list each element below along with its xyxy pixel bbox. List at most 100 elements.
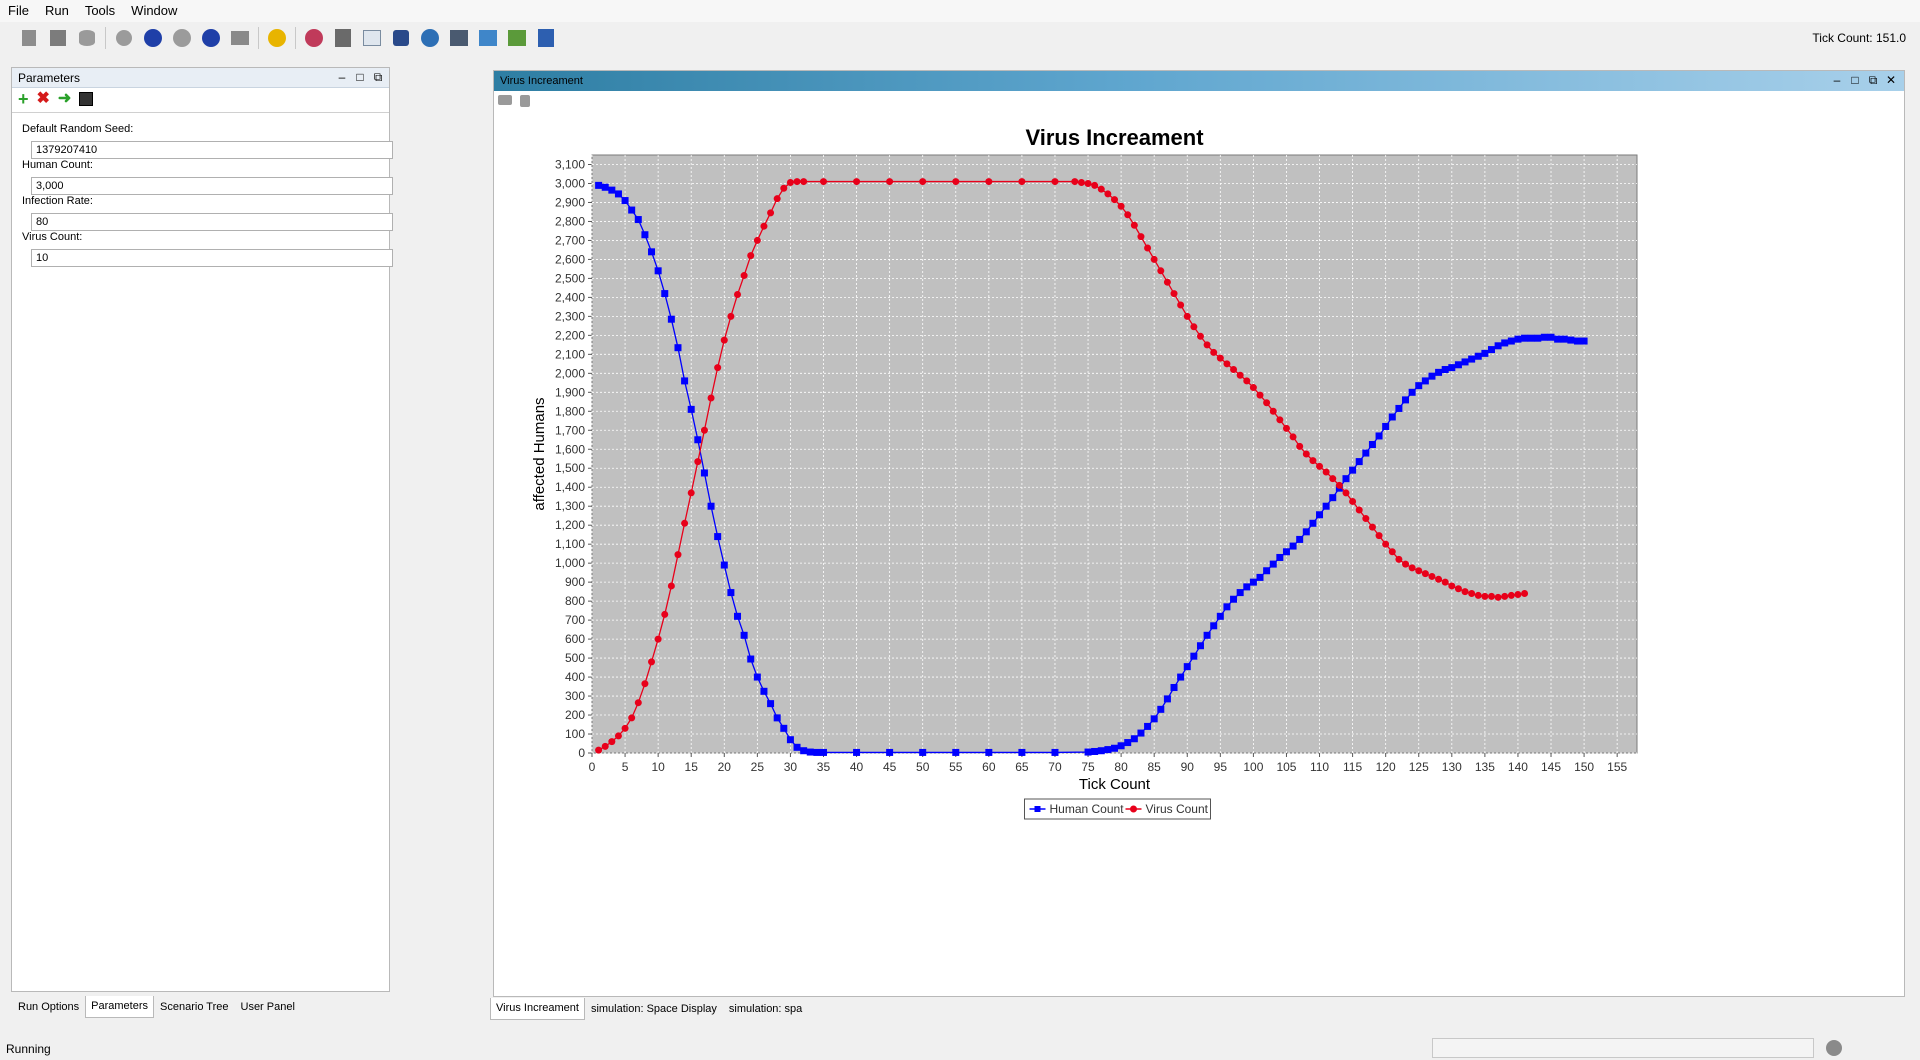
virus-count-point [1441, 578, 1449, 586]
maximize-icon[interactable]: □ [1846, 72, 1864, 88]
virus-count-point [1302, 450, 1310, 458]
x-tick-label: 95 [1214, 760, 1228, 774]
delete-icon[interactable]: ✖ [37, 90, 50, 108]
open-icon[interactable] [18, 27, 40, 49]
virus-count-point [1091, 181, 1099, 189]
human-count-point [1170, 684, 1178, 692]
open-icon-glyph [22, 30, 36, 46]
menu-run[interactable]: Run [37, 0, 77, 22]
camera-icon[interactable] [498, 95, 512, 105]
human-count-field[interactable]: 3,000 [31, 177, 393, 195]
chart-icon[interactable] [303, 27, 325, 49]
tab-user-panel[interactable]: User Panel [235, 996, 301, 1018]
export-icon[interactable] [332, 27, 354, 49]
minimize-icon[interactable]: – [1828, 72, 1846, 88]
tab-simulation-spa[interactable]: simulation: spa [723, 998, 808, 1020]
menu-file[interactable]: File [0, 0, 37, 22]
x-tick-label: 120 [1376, 760, 1396, 774]
virus-count-point [707, 394, 715, 402]
virus-count-point [740, 272, 748, 280]
virus-count-point [753, 236, 761, 244]
x-tick-label: 135 [1475, 760, 1495, 774]
virus-count-point [700, 426, 708, 434]
virus-count-point [641, 680, 649, 688]
menu-window[interactable]: Window [123, 0, 185, 22]
globe-icon-glyph [421, 29, 439, 47]
parameters-toolbar-divider [12, 112, 389, 113]
monitor-icon[interactable] [390, 27, 412, 49]
human-count-point [773, 714, 781, 722]
human-count-point [1329, 494, 1337, 502]
virus-count-point [1388, 548, 1396, 556]
virus-count-point [1269, 407, 1277, 415]
grid-icon[interactable] [361, 27, 383, 49]
movie-icon[interactable] [448, 27, 470, 49]
tab-space-display[interactable]: simulation: Space Display [585, 998, 723, 1020]
tab-scenario-tree[interactable]: Scenario Tree [154, 996, 234, 1018]
restore-icon[interactable]: ⧉ [369, 69, 387, 85]
database-icon[interactable] [76, 27, 98, 49]
y-tick-label: 1,200 [555, 518, 585, 532]
globe-icon[interactable] [419, 27, 441, 49]
human-count-point [641, 231, 649, 239]
random-seed-field[interactable]: 1379207410 [31, 141, 393, 159]
virus-count-field[interactable]: 10 [31, 249, 393, 267]
info-icon[interactable] [266, 27, 288, 49]
x-axis-label: Tick Count [1079, 776, 1151, 793]
reset-icon[interactable] [229, 27, 251, 49]
virus-count-point [648, 658, 656, 666]
zoom-icon[interactable] [477, 27, 499, 49]
play-icon[interactable] [171, 27, 193, 49]
human-count-point [1580, 337, 1588, 345]
human-count-point [1203, 631, 1211, 639]
human-count-point [1454, 361, 1462, 369]
human-count-point [1342, 475, 1350, 483]
virus-count-point [1170, 290, 1178, 298]
chart-panel-title-bar: Virus Increament – □ ⧉ ✕ [494, 71, 1904, 91]
pause-icon[interactable] [142, 27, 164, 49]
menu-bar: File Run Tools Window [0, 0, 1920, 22]
menu-tools[interactable]: Tools [77, 0, 123, 22]
virus-count-point [614, 732, 622, 740]
human-count-point [1111, 744, 1118, 752]
tab-parameters[interactable]: Parameters [85, 996, 155, 1018]
virus-count-point [773, 195, 781, 203]
tab-run-options[interactable]: Run Options [12, 996, 85, 1018]
infection-rate-field[interactable]: 80 [31, 213, 393, 231]
human-count-point [1183, 663, 1191, 671]
app-icon[interactable] [535, 27, 557, 49]
parameters-window-controls: – □ ⧉ [333, 69, 387, 85]
stop-icon[interactable] [200, 27, 222, 49]
x-tick-label: 90 [1181, 760, 1195, 774]
x-tick-label: 45 [883, 760, 897, 774]
human-count-point [720, 561, 728, 569]
picture-icon[interactable] [506, 27, 528, 49]
properties-icon[interactable] [520, 95, 530, 107]
save-icon[interactable] [79, 92, 94, 106]
save-icon[interactable] [47, 27, 69, 49]
tab-virus-increament[interactable]: Virus Increament [490, 998, 585, 1020]
x-tick-label: 0 [589, 760, 596, 774]
human-count-point [1375, 432, 1383, 440]
human-count-point [1322, 502, 1330, 510]
restore-icon[interactable]: ⧉ [1864, 72, 1882, 88]
step-icon[interactable] [113, 27, 135, 49]
virus-count-point [1395, 555, 1403, 563]
human-count-point [1177, 673, 1185, 681]
minimize-icon[interactable]: – [333, 69, 351, 85]
virus-count-point [1282, 424, 1290, 432]
y-tick-label: 400 [565, 670, 585, 684]
x-tick-label: 75 [1081, 760, 1095, 774]
close-icon[interactable]: ✕ [1882, 72, 1900, 88]
y-tick-label: 2,000 [555, 366, 585, 380]
parameters-panel: Parameters – □ ⧉ + ✖ ➜ Default Random Se… [11, 67, 393, 992]
human-count-point [1428, 372, 1436, 380]
virus-count-point [1487, 592, 1495, 600]
add-icon[interactable]: + [18, 90, 29, 108]
human-count-point [740, 631, 748, 639]
x-tick-label: 30 [784, 760, 798, 774]
maximize-icon[interactable]: □ [351, 69, 369, 85]
y-tick-label: 900 [565, 575, 585, 589]
virus-count-point [1362, 515, 1370, 523]
arrow-right-icon[interactable]: ➜ [58, 90, 71, 108]
